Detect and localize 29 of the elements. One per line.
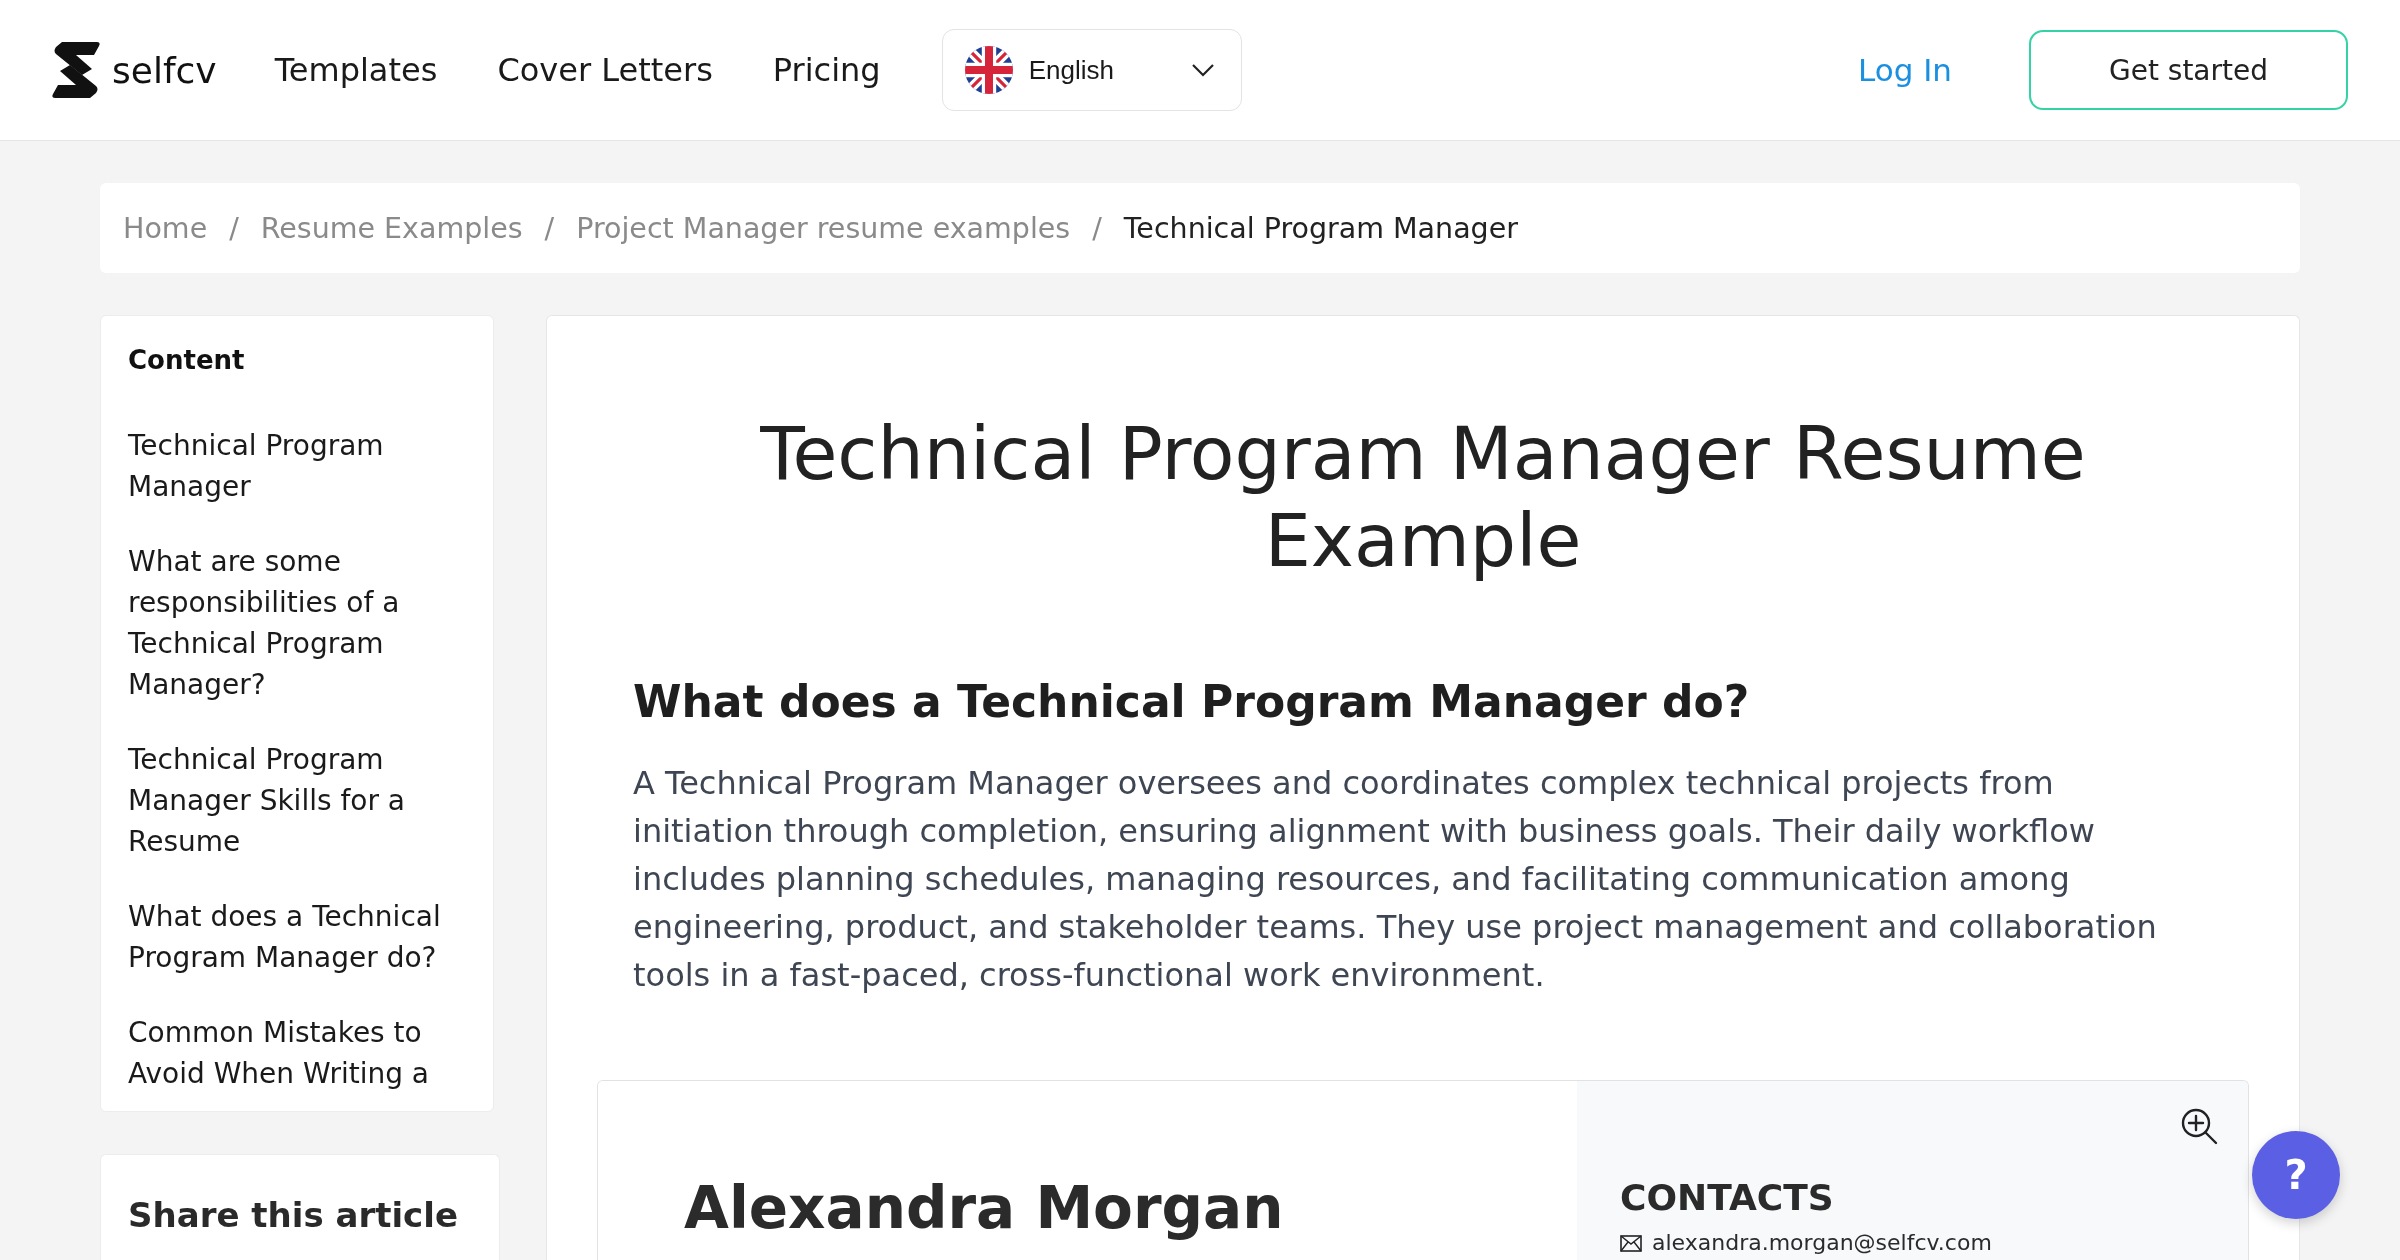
contents-link[interactable]: Common Mistakes to Avoid When Writing a [128, 1012, 466, 1094]
nav-link[interactable]: Templates [274, 51, 438, 89]
nav-link[interactable]: Pricing [772, 51, 881, 89]
breadcrumb-separator: / [229, 211, 239, 245]
mail-icon [1620, 1234, 1642, 1252]
article-title: Technical Program Manager Resume Example [759, 410, 2087, 584]
share-title: Share this article [128, 1194, 459, 1237]
breadcrumb-separator: / [1092, 211, 1102, 245]
breadcrumb-separator: / [544, 211, 555, 245]
contents-link[interactable]: Technical Program Manager Skills for a Resume [128, 739, 466, 862]
article-paragraph: A Technical Program Manager oversees and coordinates complex technical projects from initiation through completion, ensuring alignment with business goals. Their daily workflow includes planning schedules, managing resources, and facilitating communication among engineering, product, and stakeholder teams. They use project management and collaboration tools in a fast-paced, cross-functional work environment. [632, 763, 2158, 996]
get-started-button[interactable]: Get started [2029, 30, 2348, 110]
nav-link[interactable]: Cover Letters [497, 51, 713, 89]
contents-link[interactable]: Technical Program Manager [128, 425, 466, 507]
contents-link[interactable]: What are some responsibilities of a Technical Program Manager? [128, 541, 466, 705]
email-text: alexandra.morgan@selfcv.com [1652, 1230, 1992, 1256]
breadcrumb-current: Technical Program Manager [1123, 211, 1518, 245]
contents-link[interactable]: What does a Technical Program Manager do? [128, 896, 466, 978]
chevron-down-icon [1190, 63, 1215, 77]
flag-icon [964, 46, 1013, 94]
help-button[interactable]: ? [2252, 1131, 2340, 1219]
language-dropdown[interactable]: English [941, 29, 1242, 111]
brand-name[interactable]: selfcv [112, 49, 217, 91]
contents-title: Content [128, 344, 246, 377]
zoom-in-icon[interactable] [2180, 1107, 2218, 1145]
contacts-heading: CONTACTS [1620, 1176, 1835, 1220]
resume-name: Alexandra Morgan [684, 1173, 1285, 1243]
logo-icon[interactable] [52, 42, 100, 98]
section-heading: What does a Technical Program Manager do? [632, 675, 1751, 729]
